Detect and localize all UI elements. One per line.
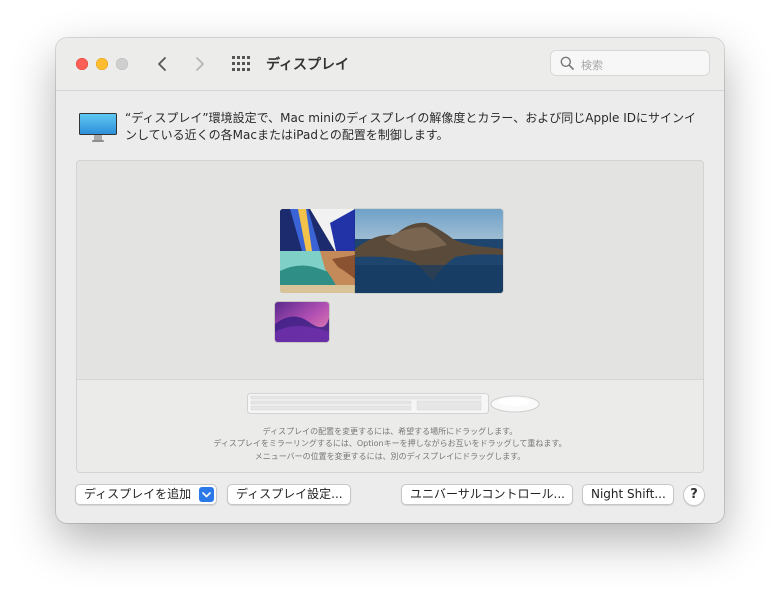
minimize-icon[interactable] (96, 58, 108, 70)
night-shift-button[interactable]: Night Shift... (582, 484, 674, 505)
back-button[interactable] (150, 52, 174, 76)
keyboard-icon (247, 393, 489, 414)
display-arrangement-area: ディスプレイの配置を変更するには、希望する場所にドラッグします。 ディスプレイを… (76, 160, 704, 473)
display-wallpaper-abstract (280, 209, 355, 293)
mouse-icon (490, 395, 540, 413)
display-icon (79, 113, 117, 142)
hint-line-3: メニューバーの位置を変更するには、別のディスプレイにドラッグします。 (254, 452, 526, 461)
display-main[interactable] (355, 209, 503, 293)
search-placeholder: 検索 (581, 59, 603, 72)
description-text: “ディスプレイ”環境設定で、Mac miniのディスプレイの解像度とカラー、およ… (125, 111, 696, 142)
help-button[interactable]: ? (683, 484, 705, 506)
display-wallpaper-catalina (355, 209, 503, 293)
close-icon[interactable] (76, 58, 88, 70)
display-settings-button[interactable]: ディスプレイ設定... (227, 484, 351, 505)
zoom-icon[interactable] (116, 58, 128, 70)
chevron-right-icon (196, 57, 204, 71)
titlebar: ディスプレイ 検索 (56, 38, 724, 91)
show-all-button[interactable] (232, 56, 250, 72)
chevron-left-icon (158, 57, 166, 71)
system-preferences-window: ディスプレイ 検索 “ディスプレイ”環境設定で、Mac miniのディスプレイの… (56, 38, 724, 523)
add-display-popup-button[interactable]: ディスプレイを追加 (75, 484, 217, 505)
search-field[interactable]: 検索 (550, 50, 710, 76)
window-title: ディスプレイ (266, 57, 350, 73)
grid-icon (232, 56, 250, 71)
display-ipad[interactable] (275, 302, 329, 342)
arrangement-help-area: ディスプレイの配置を変更するには、希望する場所にドラッグします。 ディスプレイを… (77, 379, 703, 472)
chevron-down-icon (202, 491, 211, 497)
display-wallpaper-monterey (275, 302, 329, 342)
add-display-label: ディスプレイを追加 (84, 487, 192, 501)
forward-button[interactable] (188, 52, 212, 76)
universal-control-button[interactable]: ユニバーサルコントロール... (401, 484, 573, 505)
display-ipad-secondary[interactable] (280, 209, 355, 293)
hint-line-1: ディスプレイの配置を変更するには、希望する場所にドラッグします。 (262, 427, 518, 436)
popup-indicator (199, 487, 214, 502)
hint-line-2: ディスプレイをミラーリングするには、Optionキーを押しながらお互いをドラッグ… (213, 439, 567, 448)
search-icon (560, 56, 574, 70)
